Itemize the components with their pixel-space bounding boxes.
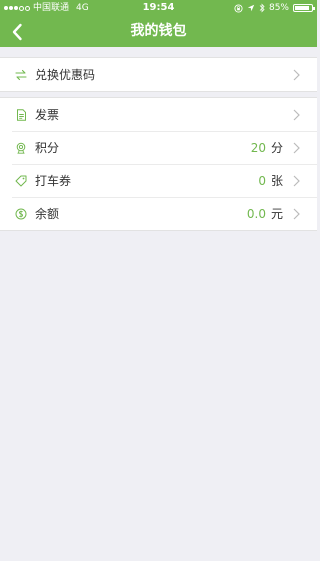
balance-unit: 元 xyxy=(270,207,283,221)
battery-level xyxy=(295,6,309,10)
coin-icon xyxy=(15,208,27,220)
balance-value: 0.0 xyxy=(246,206,266,221)
taxi-voucher-value: 0 xyxy=(258,173,266,188)
wallet-group: 发票 积分 20 分 打车券 0 张 余额 0.0 元 xyxy=(0,97,317,231)
tag-icon xyxy=(15,175,27,187)
chevron-right-icon xyxy=(291,142,301,154)
redeem-coupon-row[interactable]: 兑换优惠码 xyxy=(0,58,317,91)
page-title: 我的钱包 xyxy=(130,23,187,39)
swap-arrows-icon xyxy=(15,69,27,81)
points-unit: 分 xyxy=(270,141,283,155)
taxi-voucher-row[interactable]: 打车券 0 张 xyxy=(0,164,317,197)
points-label: 积分 xyxy=(35,141,60,155)
invoice-row[interactable]: 发票 xyxy=(0,98,317,131)
points-value: 20 xyxy=(250,140,266,155)
bluetooth-icon xyxy=(259,3,265,13)
location-icon xyxy=(247,4,255,12)
medal-icon xyxy=(15,142,27,154)
chevron-right-icon xyxy=(291,109,301,121)
balance-label: 余额 xyxy=(35,207,60,221)
header: 中国联通 4G 19:54 85% 我的钱包 xyxy=(0,0,317,47)
balance-row[interactable]: 余额 0.0 元 xyxy=(0,197,317,230)
navigation-bar: 我的钱包 xyxy=(0,16,317,47)
points-row[interactable]: 积分 20 分 xyxy=(0,131,317,164)
battery-percent: 85% xyxy=(268,3,289,13)
coupon-group: 兑换优惠码 xyxy=(0,57,317,92)
battery-icon xyxy=(293,4,315,12)
invoice-label: 发票 xyxy=(35,108,60,122)
redeem-coupon-label: 兑换优惠码 xyxy=(35,68,96,82)
chevron-right-icon xyxy=(291,175,301,187)
document-icon xyxy=(15,108,27,121)
status-right: 85% xyxy=(234,0,315,16)
taxi-voucher-label: 打车券 xyxy=(35,174,72,188)
status-bar: 中国联通 4G 19:54 85% xyxy=(0,0,317,16)
chevron-right-icon xyxy=(291,69,301,81)
chevron-right-icon xyxy=(291,208,301,220)
taxi-voucher-unit: 张 xyxy=(270,174,283,188)
lock-rotation-icon xyxy=(234,3,243,13)
